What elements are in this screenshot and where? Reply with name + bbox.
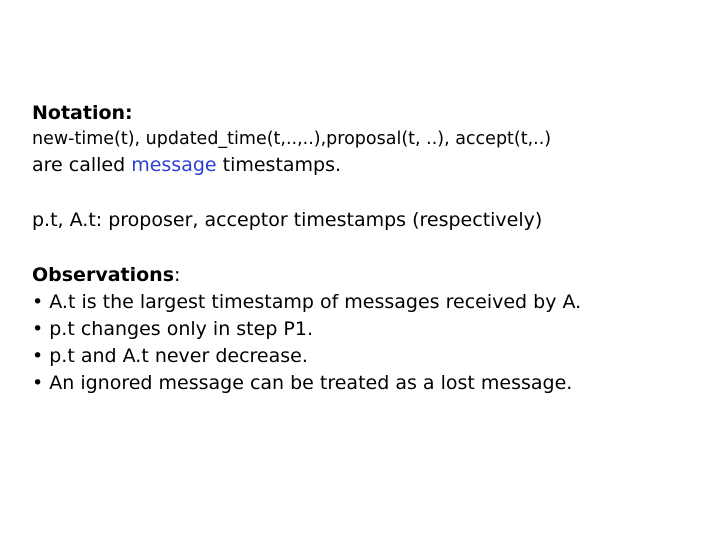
message-highlight: message [131, 154, 217, 176]
observations-heading-colon: : [174, 264, 181, 286]
notation-called-prefix: are called [32, 154, 132, 176]
notation-called-line: are called message timestamps. [32, 152, 712, 179]
notation-called-suffix: timestamps. [216, 154, 342, 176]
observation-item: • An ignored message can be treated as a… [32, 372, 573, 394]
observation-item: • A.t is the largest timestamp of messag… [32, 291, 582, 313]
observation-item: • p.t changes only in step P1. [32, 318, 314, 340]
observations-heading: Observations [32, 264, 175, 286]
observations-heading-line: Observations: [32, 262, 712, 289]
observation-item: • p.t and A.t never decrease. [32, 345, 308, 367]
slide-content: Notation: new-time(t), updated_time(t,..… [32, 100, 712, 397]
notation-heading: Notation: [32, 102, 133, 124]
notation-message-list: new-time(t), updated_time(t,..,..),propo… [32, 129, 552, 149]
timestamps-definition: p.t, A.t: proposer, acceptor timestamps … [32, 209, 543, 231]
slide: Notation: new-time(t), updated_time(t,..… [0, 0, 720, 540]
notation-heading-line: Notation: [32, 100, 712, 127]
